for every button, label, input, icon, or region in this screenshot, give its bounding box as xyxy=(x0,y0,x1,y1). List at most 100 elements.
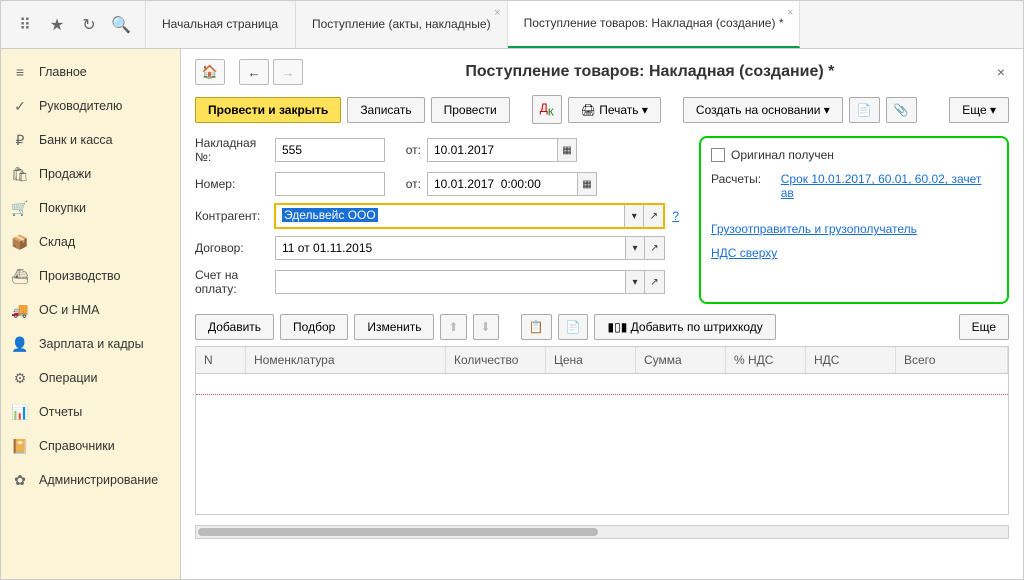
sidebar-item-warehouse[interactable]: 📦Склад xyxy=(1,225,180,259)
apps-icon[interactable]: ⠿ xyxy=(13,13,37,37)
tab-current[interactable]: Поступление товаров: Накладная (создание… xyxy=(508,1,801,48)
sidebar-item-bank[interactable]: ₽Банк и касса xyxy=(1,123,180,157)
th-n[interactable]: N xyxy=(196,347,246,373)
paste-button[interactable]: 📄 xyxy=(558,314,589,340)
attach-button[interactable]: 📎 xyxy=(886,97,917,123)
content: 🏠 ← → Поступление товаров: Накладная (со… xyxy=(181,49,1023,579)
sidebar-item-label: Покупки xyxy=(39,201,86,215)
sidebar-item-production[interactable]: ⛴Производство xyxy=(1,259,180,293)
edit-button[interactable]: Изменить xyxy=(354,314,434,340)
print-button[interactable]: 🖨 Печать ▾ xyxy=(568,97,661,123)
close-button[interactable]: × xyxy=(993,60,1009,84)
help-link[interactable]: ? xyxy=(672,209,679,223)
shipper-link[interactable]: Грузоотправитель и грузополучатель xyxy=(711,222,917,236)
table-body[interactable] xyxy=(196,394,1008,514)
horizontal-scrollbar[interactable] xyxy=(195,525,1009,539)
settlements-link[interactable]: Срок 10.01.2017, 60.01, 60.02, зачет ав xyxy=(781,172,997,200)
history-icon[interactable]: ↻ xyxy=(77,13,101,37)
close-icon[interactable]: × xyxy=(494,7,500,19)
sidebar-item-main[interactable]: ≡Главное xyxy=(1,55,180,89)
sidebar-item-assets[interactable]: 🚚 ОС и НМА xyxy=(1,293,180,327)
number-label: Номер: xyxy=(195,177,275,191)
post-button[interactable]: Провести xyxy=(431,97,510,123)
sidebar-item-admin[interactable]: ✿Администрирование xyxy=(1,463,180,497)
add-button[interactable]: Добавить xyxy=(195,314,274,340)
ruble-icon: ₽ xyxy=(11,131,29,149)
dropdown-icon[interactable]: ▾ xyxy=(624,204,644,228)
th-vat-pct[interactable]: % НДС xyxy=(726,347,806,373)
sidebar-item-label: ОС и НМА xyxy=(39,303,99,317)
contract-input[interactable] xyxy=(275,236,625,260)
report-icon: 📊 xyxy=(11,403,29,421)
move-down-button[interactable]: ⬇ xyxy=(473,314,499,340)
sidebar: ≡Главное ✓Руководителю ₽Банк и касса 🛍Пр… xyxy=(1,49,181,579)
menu-icon: ≡ xyxy=(11,63,29,81)
sidebar-item-reports[interactable]: 📊Отчеты xyxy=(1,395,180,429)
invoice-date-input[interactable] xyxy=(427,138,557,162)
payment-acc-input[interactable] xyxy=(275,270,625,294)
person-icon: 👤 xyxy=(11,335,29,353)
calendar-icon[interactable]: ▦ xyxy=(577,172,597,196)
dk-button[interactable]: ДК xyxy=(532,95,562,124)
original-checkbox[interactable] xyxy=(711,148,725,162)
calendar-icon[interactable]: ▦ xyxy=(557,138,577,162)
sidebar-item-manager[interactable]: ✓Руководителю xyxy=(1,89,180,123)
from-label: от: xyxy=(391,143,421,157)
pick-button[interactable]: Подбор xyxy=(280,314,348,340)
vat-link[interactable]: НДС сверху xyxy=(711,246,777,260)
dropdown-icon[interactable]: ▾ xyxy=(625,236,645,260)
th-total[interactable]: Всего xyxy=(896,347,1008,373)
copy-button[interactable]: 📋 xyxy=(521,314,552,340)
tab-receipts[interactable]: Поступление (акты, накладные) × xyxy=(296,1,508,48)
barcode-label: Добавить по штрихкоду xyxy=(631,320,763,334)
counterparty-input[interactable]: Эдельвейс ООО xyxy=(275,204,624,228)
sidebar-item-operations[interactable]: ⚙Операции xyxy=(1,361,180,395)
more2-button[interactable]: Еще xyxy=(959,314,1009,340)
sidebar-item-payroll[interactable]: 👤Зарплата и кадры xyxy=(1,327,180,361)
th-price[interactable]: Цена xyxy=(546,347,636,373)
dropdown-icon[interactable]: ▾ xyxy=(625,270,645,294)
top-bar: ⠿ ★ ↻ 🔍 Начальная страница Поступление (… xyxy=(1,1,1023,49)
barcode-button[interactable]: ▮▯▮ Добавить по штрихкоду xyxy=(594,314,775,340)
number-input[interactable] xyxy=(275,172,385,196)
scroll-thumb[interactable] xyxy=(198,528,598,536)
invoice-no-input[interactable] xyxy=(275,138,385,162)
content-header: 🏠 ← → Поступление товаров: Накладная (со… xyxy=(195,59,1009,85)
items-table: N Номенклатура Количество Цена Сумма % Н… xyxy=(195,346,1009,515)
back-button[interactable]: ← xyxy=(239,59,269,85)
sidebar-item-purchases[interactable]: 🛒Покупки xyxy=(1,191,180,225)
open-icon[interactable]: ↗ xyxy=(645,236,665,260)
move-up-button[interactable]: ⬆ xyxy=(440,314,466,340)
chart-icon: ✓ xyxy=(11,97,29,115)
forward-button[interactable]: → xyxy=(273,59,303,85)
truck-icon: 🚚 xyxy=(11,301,29,319)
th-qty[interactable]: Количество xyxy=(446,347,546,373)
counterparty-label: Контрагент: xyxy=(195,209,275,223)
close-icon[interactable]: × xyxy=(787,7,793,19)
create-based-button[interactable]: Создать на основании ▾ xyxy=(683,97,843,123)
invoice-no-label: Накладная №: xyxy=(195,136,275,164)
post-and-close-button[interactable]: Провести и закрыть xyxy=(195,97,341,123)
number-date-input[interactable] xyxy=(427,172,577,196)
doc-button[interactable]: 📄 xyxy=(849,97,880,123)
counterparty-value: Эдельвейс ООО xyxy=(282,208,378,222)
save-button[interactable]: Записать xyxy=(347,97,424,123)
sidebar-item-sales[interactable]: 🛍Продажи xyxy=(1,157,180,191)
home-button[interactable]: 🏠 xyxy=(195,59,225,85)
sidebar-item-label: Администрирование xyxy=(39,473,158,487)
th-nomenclature[interactable]: Номенклатура xyxy=(246,347,446,373)
sidebar-item-label: Продажи xyxy=(39,167,91,181)
sub-toolbar: Добавить Подбор Изменить ⬆ ⬇ 📋 📄 ▮▯▮ Доб… xyxy=(195,314,1009,340)
th-vat[interactable]: НДС xyxy=(806,347,896,373)
open-icon[interactable]: ↗ xyxy=(645,270,665,294)
original-received-label: Оригинал получен xyxy=(731,148,834,162)
tab-home[interactable]: Начальная страница xyxy=(146,1,296,48)
tabs: Начальная страница Поступление (акты, на… xyxy=(146,1,1023,48)
th-sum[interactable]: Сумма xyxy=(636,347,726,373)
search-icon[interactable]: 🔍 xyxy=(109,13,133,37)
star-icon[interactable]: ★ xyxy=(45,13,69,37)
sidebar-item-catalogs[interactable]: 📔Справочники xyxy=(1,429,180,463)
more-button[interactable]: Еще ▾ xyxy=(949,97,1009,123)
open-icon[interactable]: ↗ xyxy=(644,204,664,228)
form-left: Накладная №: от: ▦ Номер: от: ▦ xyxy=(195,136,679,304)
